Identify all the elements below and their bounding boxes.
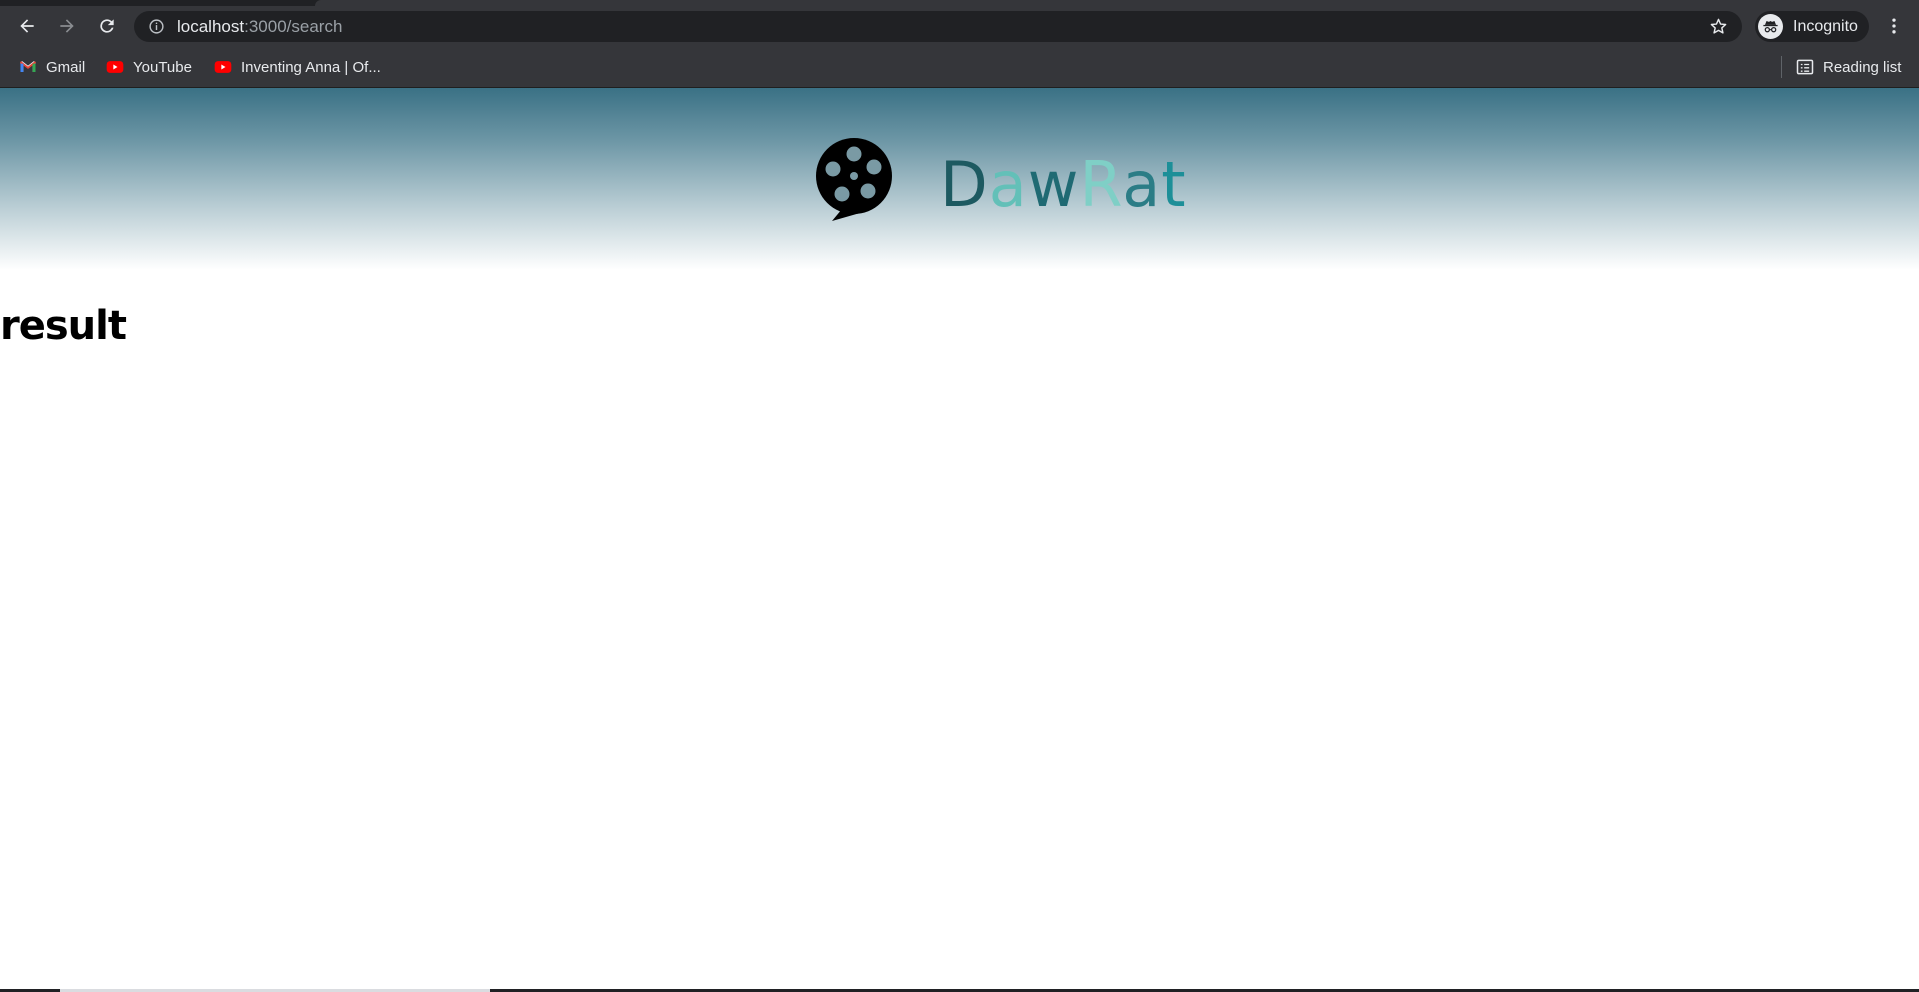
reload-icon	[100, 19, 114, 33]
film-reel-logo-icon[interactable]	[812, 135, 896, 223]
brand-letter: a	[1122, 148, 1162, 221]
browser-toolbar: localhost:3000/search Incognito	[0, 6, 1919, 46]
forward-button[interactable]	[52, 11, 82, 41]
site-brand-name[interactable]: DawRat	[940, 150, 1187, 220]
bookmark-label: YouTube	[133, 58, 192, 76]
url-path: :3000/search	[244, 17, 343, 36]
reading-list-label: Reading list	[1823, 58, 1902, 76]
profile-label: Incognito	[1793, 18, 1858, 35]
reading-list-button[interactable]: Reading list	[1795, 56, 1901, 78]
bookmark-youtube[interactable]: YouTube	[105, 56, 192, 78]
browser-menu-button[interactable]	[1882, 14, 1906, 38]
brand-letter: t	[1161, 148, 1187, 221]
bookmark-label: Gmail	[46, 58, 86, 76]
bookmark-gmail[interactable]: Gmail	[18, 56, 85, 78]
results-heading: result	[0, 303, 127, 349]
forward-arrow-icon	[60, 19, 74, 33]
url-host: localhost	[177, 17, 245, 36]
kebab-menu-icon	[1892, 18, 1896, 34]
bookmark-star-icon[interactable]	[1709, 17, 1728, 36]
gmail-icon	[19, 61, 37, 72]
youtube-icon	[106, 61, 124, 73]
url-text[interactable]: localhost:3000/search	[177, 18, 342, 36]
brand-letter: a	[988, 148, 1028, 221]
incognito-icon	[1758, 14, 1783, 39]
bookmark-label: Inventing Anna | Of...	[241, 58, 381, 76]
site-info-icon[interactable]	[148, 18, 165, 35]
reading-list-icon	[1796, 59, 1814, 75]
profile-button[interactable]: Incognito	[1755, 11, 1869, 42]
brand-letter: R	[1079, 148, 1123, 221]
youtube-icon	[214, 61, 232, 73]
brand-letter: D	[940, 148, 989, 221]
bookmarks-divider	[1781, 56, 1782, 78]
brand-letter: w	[1027, 148, 1080, 221]
reload-button[interactable]	[92, 11, 122, 41]
bookmark-inventing-anna[interactable]: Inventing Anna | Of...	[213, 56, 381, 78]
back-arrow-icon	[20, 19, 34, 33]
address-bar[interactable]: localhost:3000/search	[134, 11, 1742, 42]
bookmarks-bar: Gmail YouTube Inventing Anna | Of... Rea…	[0, 46, 1919, 88]
back-button[interactable]	[12, 11, 42, 41]
